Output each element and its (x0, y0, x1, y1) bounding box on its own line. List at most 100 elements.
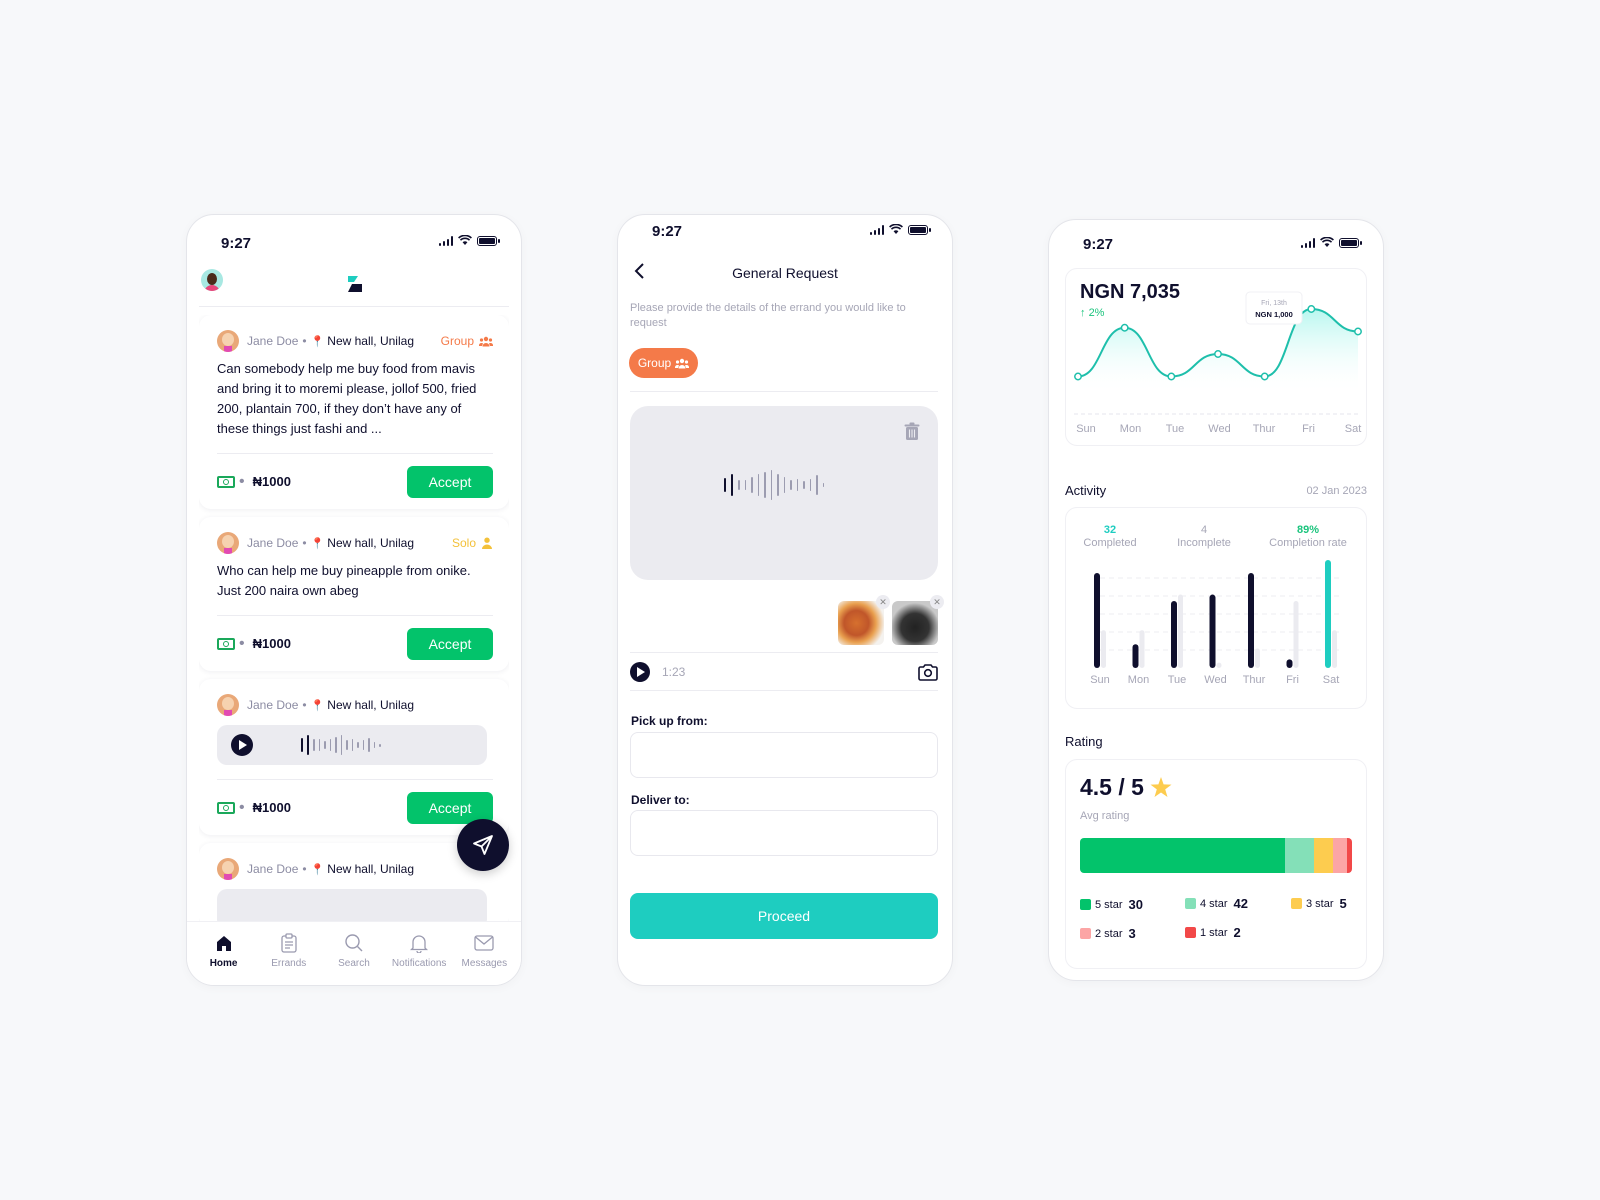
rating-segment (1346, 838, 1352, 873)
author-name: Jane Doe (247, 698, 299, 712)
pickup-label: Pick up from: (631, 714, 708, 728)
rating-segment (1333, 838, 1347, 873)
attachments: ✕ ✕ (838, 595, 944, 645)
waveform-bar (357, 742, 359, 748)
waveform-bar (770, 470, 772, 500)
wifi-icon (458, 235, 472, 245)
trash-icon[interactable] (904, 422, 920, 441)
rating-legend-item: 4 star 42 (1185, 896, 1248, 911)
waveform-bar (313, 739, 315, 751)
deliver-input[interactable] (630, 810, 938, 856)
accept-button[interactable]: Accept (407, 465, 493, 498)
data-point (1307, 305, 1316, 313)
waveform-bar (783, 477, 785, 493)
group-icon (479, 336, 493, 346)
proceed-button[interactable]: Proceed (630, 893, 938, 939)
location-pin-icon: 📍 (310, 863, 325, 876)
errand-price: ₦1000 (252, 800, 291, 815)
battery-icon (908, 224, 931, 235)
rating-distribution-bar (1080, 838, 1352, 873)
play-button[interactable] (630, 662, 650, 682)
errand-card: Jane Doe • 📍 New hall, Unilag Solo Who c… (199, 517, 509, 671)
author-avatar (217, 532, 239, 554)
wifi-icon (889, 224, 903, 234)
page-title: General Request (732, 265, 838, 281)
stats-screen: 9:27 Sun Mon Tue Wed Thur Fri Sat Fri, 13th NGN … (1048, 219, 1384, 981)
rating-segment (1284, 838, 1315, 873)
x-tick-label: Tue (1166, 423, 1185, 435)
waveform-bar (764, 472, 766, 498)
x-tick-label: Wed (1208, 423, 1230, 435)
user-avatar[interactable] (201, 269, 223, 291)
change-value: 2% (1088, 307, 1105, 319)
tab-search[interactable]: Search (323, 932, 385, 985)
legend-label: 4 star (1200, 897, 1228, 910)
x-tick-label: Sun (1090, 674, 1110, 686)
battery-icon (1339, 237, 1362, 248)
legend-count: 42 (1233, 896, 1248, 911)
tab-label: Home (209, 958, 238, 969)
waveform-bar (324, 741, 326, 749)
legend-label: 2 star (1095, 927, 1123, 940)
rating-legend-item: 5 star 30 (1080, 897, 1143, 912)
tab-messages[interactable]: Messages (453, 932, 515, 985)
home-icon (216, 936, 231, 951)
cash-icon (217, 637, 235, 650)
waveform-bar (731, 474, 733, 496)
attachment-thumbnail[interactable]: ✕ (892, 595, 944, 645)
rating-segment (1080, 838, 1285, 873)
activity-bar-chart: Sun Mon Tue Wed Thur Fri Sat (1090, 560, 1340, 686)
x-tick-label: Mon (1128, 674, 1149, 686)
bottom-tab-bar: Home Errands Search Notifications Messag… (187, 921, 521, 985)
camera-icon[interactable] (918, 663, 938, 681)
play-button[interactable] (231, 734, 253, 756)
waveform-bar (301, 738, 303, 752)
type-badge: Group (441, 334, 493, 348)
deliver-label: Deliver to: (631, 793, 690, 807)
tab-errands[interactable]: Errands (258, 932, 320, 985)
bar-completed (1325, 560, 1331, 668)
remove-attachment-icon[interactable]: ✕ (930, 595, 944, 609)
errand-message: Who can help me buy pineapple from onike… (217, 563, 471, 598)
status-time: 9:27 (1083, 236, 1114, 253)
author-avatar (217, 858, 239, 880)
status-time: 9:27 (652, 223, 683, 240)
errand-type-chip[interactable]: Group (629, 348, 698, 378)
recording-controls: 1:23 (630, 653, 938, 691)
attachment-thumbnail[interactable]: ✕ (838, 595, 890, 645)
tooltip-value: NGN 1,000 (1255, 310, 1293, 319)
waveform-bar (822, 483, 824, 487)
legend-label: 3 star (1306, 897, 1334, 910)
earnings-amount: NGN 7,035 (1080, 281, 1181, 303)
signal-icon (1300, 237, 1315, 248)
tooltip-box (1245, 291, 1303, 325)
waveform-bar (751, 477, 753, 493)
new-errand-button[interactable] (457, 819, 509, 871)
waveform-bar (318, 739, 320, 751)
home-header (199, 267, 509, 307)
location: New hall, Unilag (327, 862, 414, 876)
legend-count: 5 (1339, 896, 1347, 911)
tab-home[interactable]: Home (193, 932, 255, 985)
waveform-bar (790, 480, 792, 490)
bar-incomplete (1101, 630, 1106, 668)
x-tick-label: Thur (1253, 423, 1276, 435)
accept-button[interactable]: Accept (407, 627, 493, 660)
legend-swatch (1185, 898, 1196, 909)
x-tick-label: Thur (1243, 674, 1266, 686)
author-name: Jane Doe (247, 862, 299, 876)
waveform (724, 468, 824, 502)
page-subtitle: Please provide the details of the errand… (630, 302, 906, 329)
remove-attachment-icon[interactable]: ✕ (876, 595, 890, 609)
waveform-bar (379, 743, 381, 747)
pickup-input[interactable] (630, 732, 938, 778)
legend-swatch (1080, 928, 1091, 939)
activity-card: 32 Completed 4 Incomplete 89% Completion… (1065, 507, 1367, 709)
waveform-bar (329, 739, 331, 751)
tab-label: Search (338, 958, 370, 969)
legend-label: 5 star (1095, 898, 1123, 911)
request-screen: 9:27 General Request Please provide the … (617, 214, 953, 986)
tab-label: Notifications (391, 958, 447, 969)
tab-notifications[interactable]: Notifications (388, 932, 450, 985)
location: New hall, Unilag (327, 698, 414, 712)
